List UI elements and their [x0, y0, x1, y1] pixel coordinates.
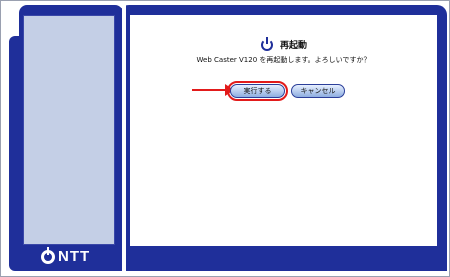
dialog-title: 再起動	[279, 39, 307, 50]
dialog-title-row: 再起動	[130, 37, 437, 51]
ntt-logo: NTT	[41, 246, 91, 265]
button-row: 実行する キャンセル	[227, 81, 345, 101]
frame-divider	[122, 5, 126, 271]
power-icon	[260, 37, 274, 51]
ntt-logo-icon	[41, 246, 55, 264]
confirm-message: Web Caster V120 を再起動します。よろしいですか？	[196, 56, 371, 64]
red-arrow-icon	[192, 84, 234, 96]
bottom-bar	[126, 248, 447, 271]
app-frame: NTT 再起動 Web Caster V120 を再起動します。よろしいですか？…	[0, 0, 450, 277]
execute-button[interactable]: 実行する	[227, 81, 288, 101]
content-area: 再起動 Web Caster V120 を再起動します。よろしいですか？ 実行す…	[130, 15, 437, 246]
ntt-logo-text: NTT	[58, 248, 91, 265]
sidebar-panel	[23, 15, 115, 245]
cancel-button[interactable]: キャンセル	[291, 84, 345, 98]
